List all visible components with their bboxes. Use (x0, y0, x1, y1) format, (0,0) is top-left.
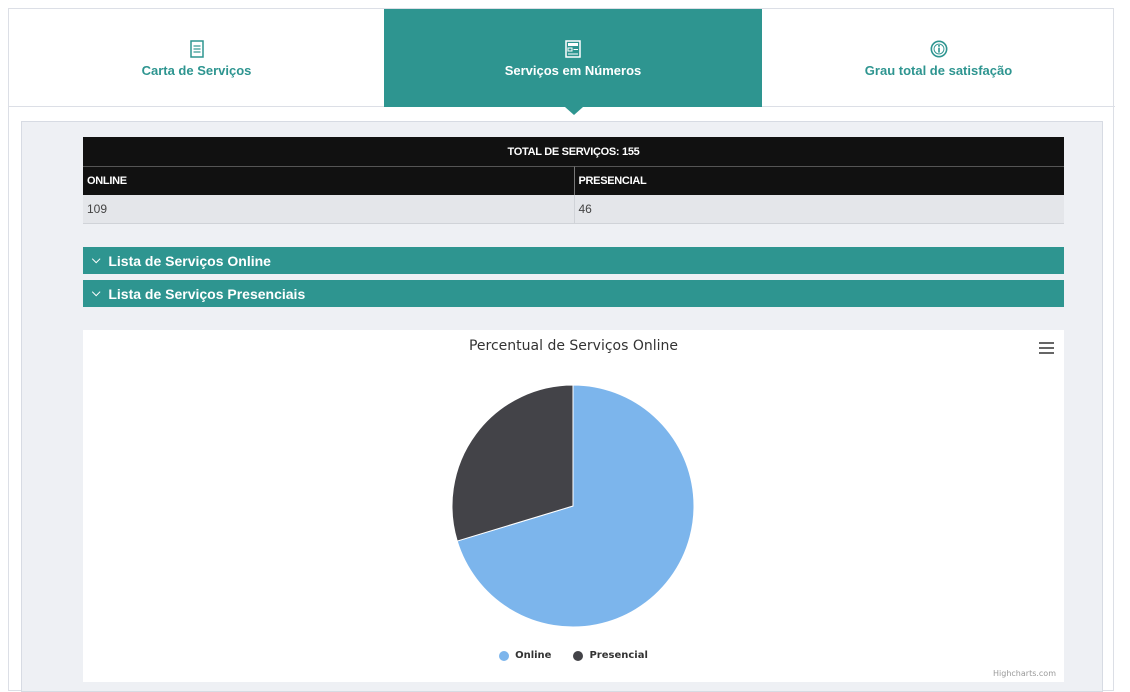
column-header-presencial: PRESENCIAL (573, 166, 1064, 195)
info-circle-icon (930, 38, 948, 60)
legend-label: Presencial (589, 650, 648, 661)
legend-label: Online (515, 650, 552, 661)
table-total-header: TOTAL DE SERVIÇOS: 155 (83, 137, 1064, 166)
legend-item-online[interactable]: Online (499, 650, 551, 661)
table-header-row: ONLINE PRESENCIAL (83, 166, 1064, 195)
tab-label: Carta de Serviços (141, 63, 252, 78)
chart-credits[interactable]: Highcharts.com (993, 669, 1056, 678)
chart-legend: Online Presencial (83, 650, 1064, 661)
presencial-count-cell: 46 (573, 195, 1064, 224)
online-count-cell: 109 (83, 195, 574, 224)
accordion-label: Lista de Serviços Presenciais (108, 285, 306, 302)
chart-menu-icon[interactable] (1039, 342, 1054, 354)
page-frame: Carta de Serviços Serviços em Números Gr… (8, 8, 1115, 692)
services-table: TOTAL DE SERVIÇOS: 155 ONLINE PRESENCIAL… (83, 137, 1064, 224)
chevron-down-icon: ⌵ (92, 254, 101, 266)
chart-title: Percentual de Serviços Online (468, 338, 678, 354)
tab-label: Grau total de satisfação (864, 63, 1013, 78)
legend-item-presencial[interactable]: Presencial (573, 650, 648, 661)
accordion-online-services[interactable]: ⌵ Lista de Serviços Online (83, 247, 1064, 274)
stats-document-icon (564, 38, 582, 60)
content-panel: TOTAL DE SERVIÇOS: 155 ONLINE PRESENCIAL… (21, 121, 1103, 692)
tab-bar: Carta de Serviços Serviços em Números Gr… (9, 9, 1115, 115)
accordion-label: Lista de Serviços Online (108, 252, 271, 269)
column-header-online: ONLINE (83, 166, 574, 195)
tab-grau-total-de-satisfacao[interactable]: Grau total de satisfação (762, 9, 1115, 107)
pie-chart: Percentual de Serviços Online Online Pre… (83, 330, 1064, 682)
tab-servicos-em-numeros[interactable]: Serviços em Números (384, 9, 762, 115)
table-row: 109 46 (83, 195, 1064, 224)
document-icon (188, 38, 206, 60)
pie-chart-svg (451, 384, 695, 628)
tab-label: Serviços em Números (504, 63, 642, 78)
legend-marker (573, 650, 584, 661)
legend-marker (499, 650, 510, 661)
tab-carta-de-servicos[interactable]: Carta de Serviços (9, 9, 384, 107)
active-tab-pointer (565, 107, 583, 115)
accordion-presencial-services[interactable]: ⌵ Lista de Serviços Presenciais (83, 280, 1064, 307)
chevron-down-icon: ⌵ (92, 287, 101, 299)
